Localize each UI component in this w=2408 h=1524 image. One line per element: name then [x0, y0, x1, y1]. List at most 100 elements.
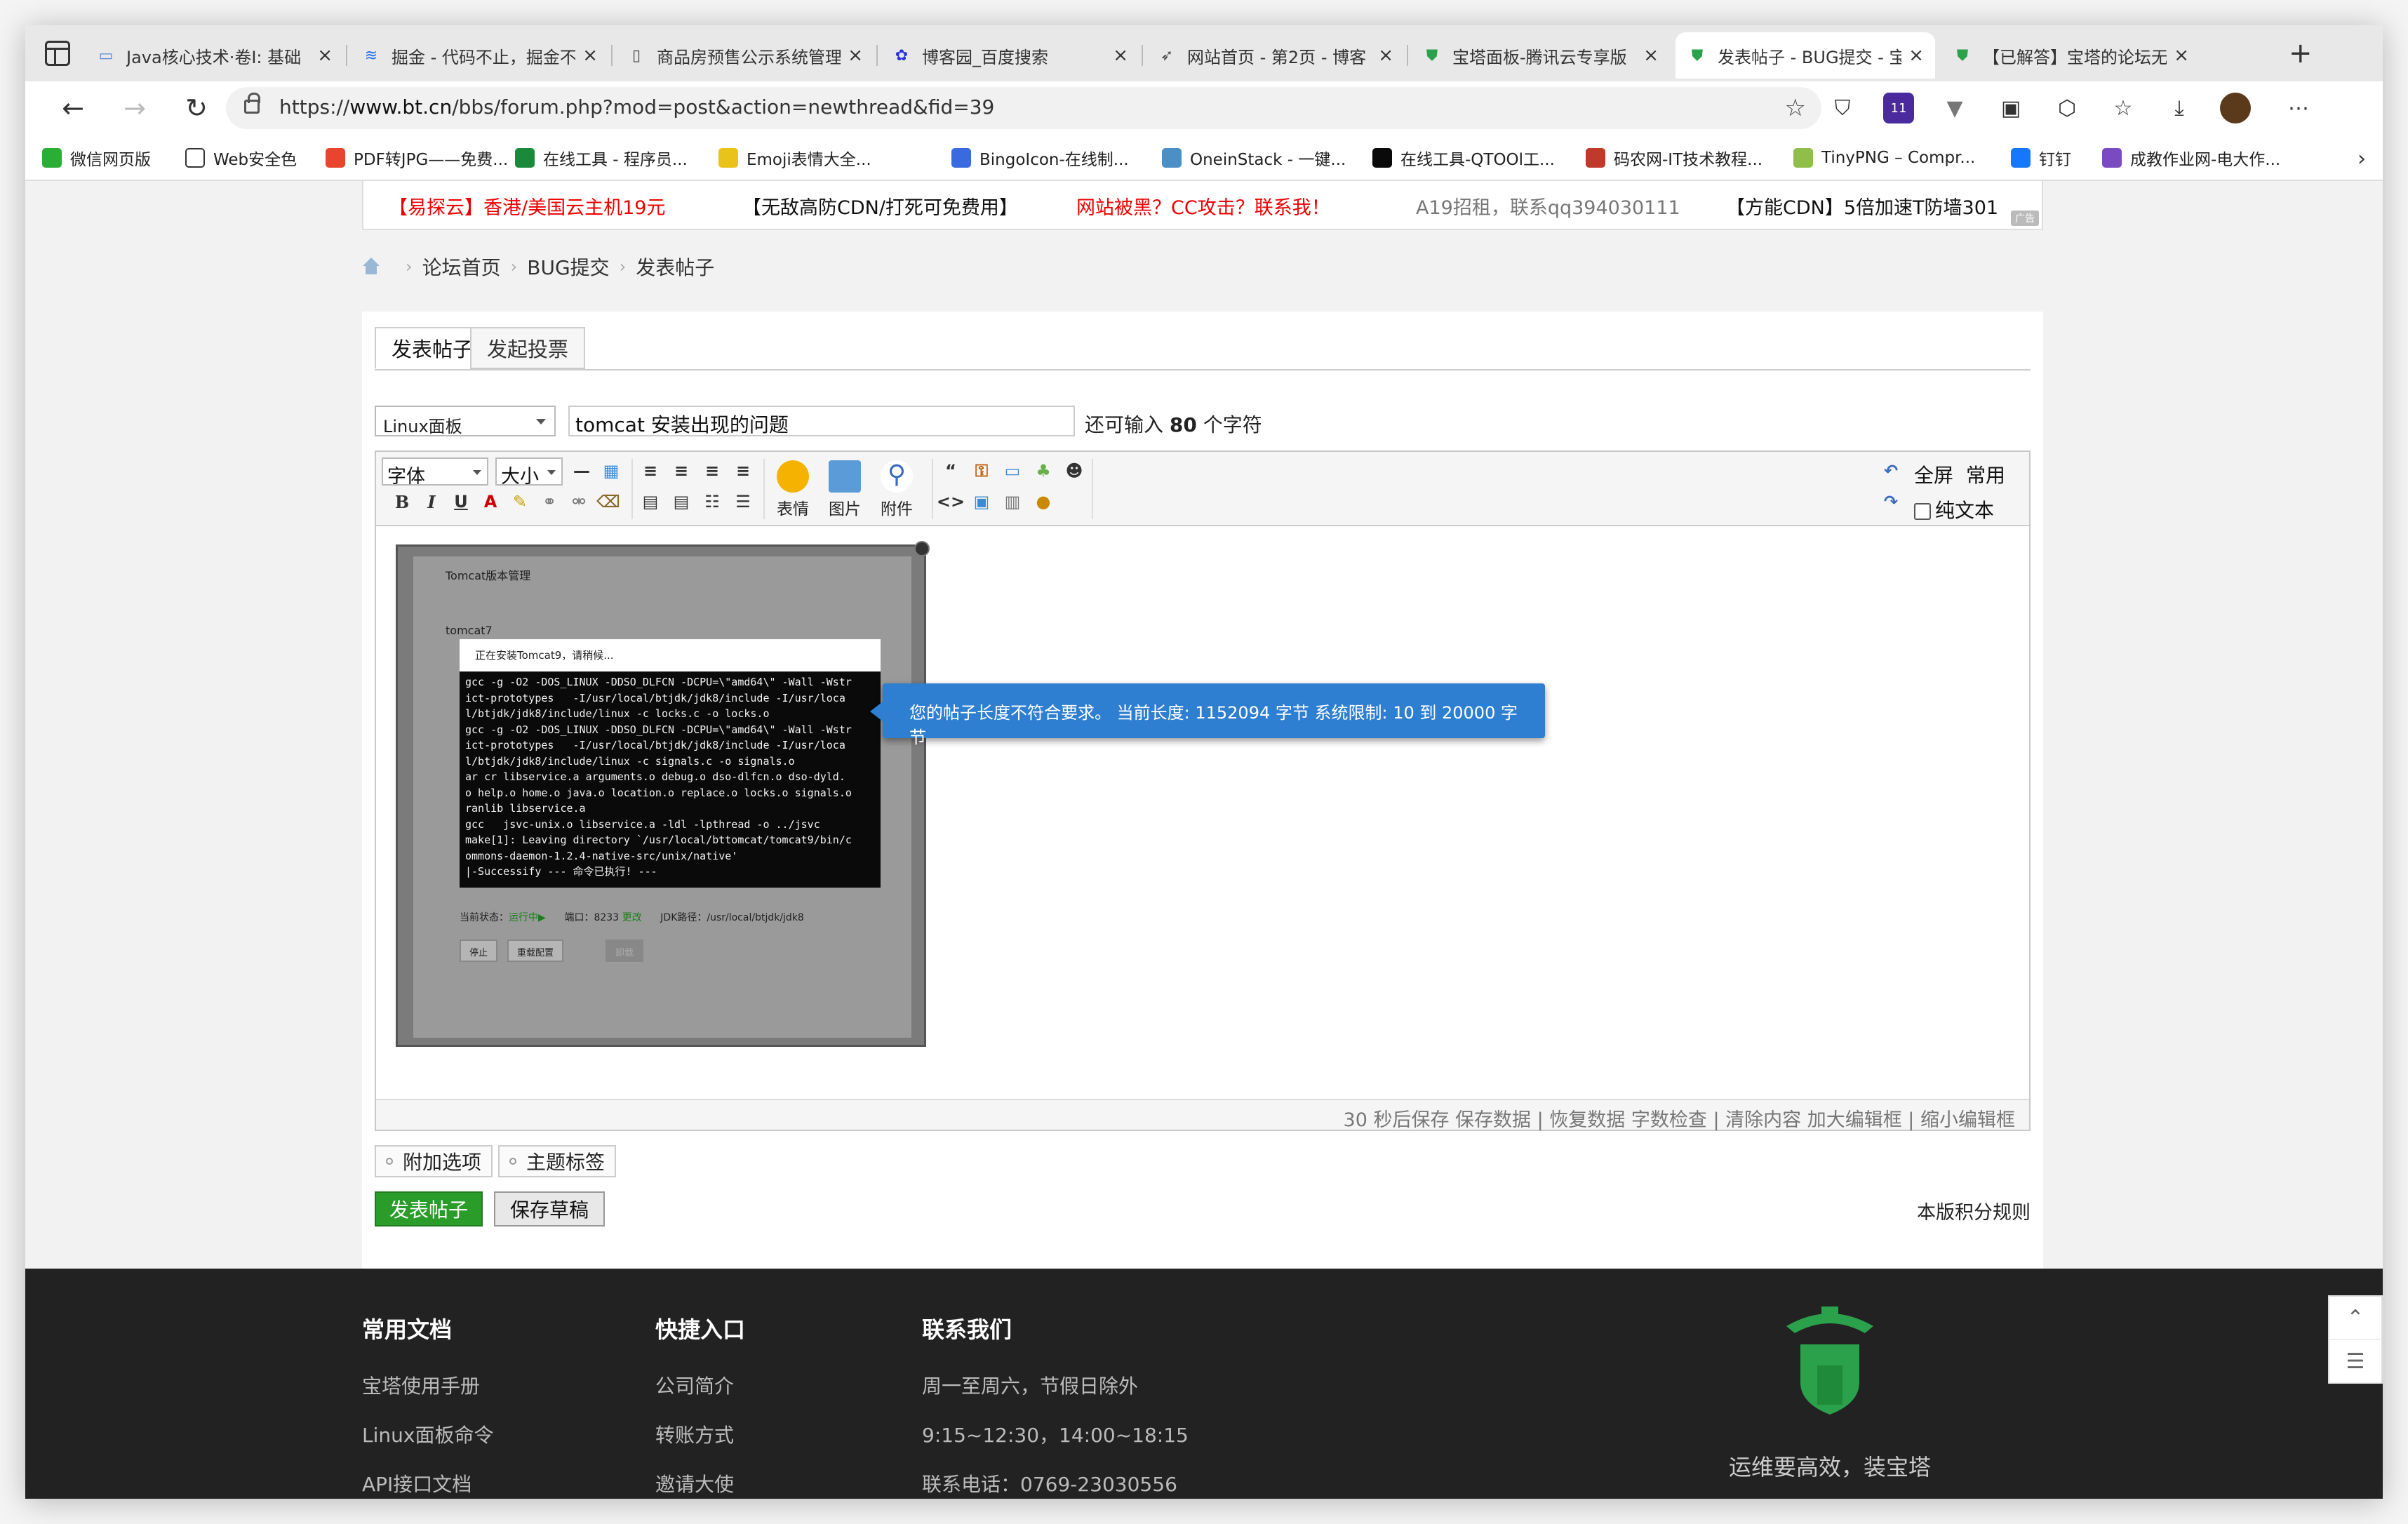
bookmark-item[interactable]: 在线工具-QTOOl工...	[1372, 145, 1555, 171]
new-tab-button[interactable]: +	[2289, 39, 2313, 67]
profile-avatar[interactable]	[2220, 93, 2251, 123]
unordered-list-icon[interactable]: ☰	[731, 490, 755, 514]
address-bar[interactable]: https://www.bt.cn/bbs/forum.php?mod=post…	[226, 87, 1821, 129]
ad-link[interactable]: 【易探云】香港/美国云主机19元	[389, 192, 665, 220]
align-left-icon[interactable]: ≡	[638, 459, 662, 483]
bookmark-item[interactable]: BingoIcon-在线制...	[951, 145, 1129, 171]
home-icon[interactable]	[361, 258, 382, 276]
align-center-icon[interactable]: ≡	[669, 459, 693, 483]
redo-icon[interactable]: ↷	[1879, 490, 1903, 514]
browser-tab[interactable]: ▭ Java核心技术·卷I: 基础 ×	[84, 32, 344, 79]
close-tab-icon[interactable]: ×	[1643, 45, 1659, 66]
float-left-icon[interactable]: ▤	[638, 490, 662, 514]
index-icon[interactable]: ▥	[1001, 490, 1024, 514]
bookmark-item[interactable]: OneinStack - 一键...	[1162, 145, 1346, 171]
bookmark-item[interactable]: TinyPNG – Compr...	[1793, 145, 1975, 171]
page-break-icon[interactable]: ▣	[970, 490, 994, 514]
horizontal-rule-icon[interactable]: —	[570, 459, 594, 483]
bookmark-item[interactable]: 微信网页版	[42, 145, 151, 171]
pasted-screenshot[interactable]: Tomcat版本管理 tomcat7 正在安装Tomcat9，请稍候... gc…	[396, 541, 930, 1047]
bookmark-item[interactable]: PDF转JPG——免费...	[326, 145, 508, 171]
ad-link[interactable]: A19招租，联系qq394030111	[1416, 192, 1680, 220]
topic-tags-toggle[interactable]: 主题标签	[498, 1145, 617, 1177]
close-tab-icon[interactable]: ×	[1378, 45, 1393, 66]
qq-icon[interactable]: ☻	[1062, 459, 1086, 483]
clear-format-icon[interactable]: ⌫	[596, 490, 620, 514]
bookmark-item[interactable]: Web安全色	[185, 145, 297, 171]
favorites-icon[interactable]: ☆	[2108, 93, 2139, 123]
footer-link-api-docs[interactable]: API接口文档	[362, 1469, 471, 1497]
flash-icon[interactable]: ▭	[1001, 459, 1024, 483]
bookmark-item[interactable]: 在线工具 - 程序员...	[515, 145, 688, 171]
bookmark-item[interactable]: 成教作业网-电大作...	[2102, 145, 2280, 171]
ad-link[interactable]: 【无敌高防CDN/打死可免费用】	[742, 192, 1018, 220]
italic-icon[interactable]: I	[420, 490, 443, 514]
browser-tab[interactable]: ➶ 网站首页 - 第2页 - 博客 ×	[1145, 32, 1405, 79]
list-view-icon[interactable]: ☰	[2329, 1340, 2381, 1384]
code-icon[interactable]: <>	[937, 490, 965, 514]
forum-rules-link[interactable]: 本版积分规则	[1917, 1197, 2031, 1224]
table-icon[interactable]: ▦	[599, 459, 623, 483]
browser-tab[interactable]: ⛊ 【已解答】宝塔的论坛无 ×	[1941, 32, 2200, 79]
vue-devtools-icon[interactable]: ▼	[1939, 93, 1970, 123]
footer-link-linux-commands[interactable]: Linux面板命令	[362, 1420, 493, 1448]
extension-badge-icon[interactable]: 11	[1883, 93, 1914, 123]
notion-icon[interactable]: ▣	[1995, 93, 2026, 123]
ad-link[interactable]: 网站被黑？CC攻击？联系我！	[1076, 192, 1330, 220]
font-color-icon[interactable]: A	[479, 490, 502, 514]
browser-tab[interactable]: ✿ 博客园_百度搜索 ×	[880, 32, 1139, 79]
forward-icon[interactable]: →	[118, 91, 152, 125]
ublock-icon[interactable]: ⛉	[1827, 93, 1858, 123]
bookmark-item[interactable]: 钉钉	[2011, 145, 2071, 171]
extra-options-toggle[interactable]: 附加选项	[375, 1145, 493, 1177]
post-title-input[interactable]: tomcat 安装出现的问题	[568, 406, 1075, 436]
more-menu-icon[interactable]: ⋯	[2283, 93, 2314, 123]
close-tab-icon[interactable]: ×	[317, 45, 333, 66]
plain-text-toggle[interactable]: 纯文本	[1910, 494, 1998, 525]
highlight-icon[interactable]: ✎	[508, 490, 532, 514]
footer-link-transfer[interactable]: 转账方式	[655, 1420, 734, 1448]
float-right-icon[interactable]: ▤	[669, 490, 693, 514]
downloads-icon[interactable]: ⤓	[2164, 93, 2195, 123]
background-color-icon[interactable]: ●	[1031, 490, 1055, 514]
hide-content-icon[interactable]: ⚿	[970, 459, 994, 483]
browser-tab[interactable]: ▯ 商品房预售公示系统管理 ×	[615, 32, 874, 79]
emoji-button[interactable]: 表情	[772, 460, 814, 519]
font-family-select[interactable]: 字体	[382, 457, 488, 488]
breadcrumb-bug-submit[interactable]: BUG提交	[527, 253, 609, 281]
align-right-icon[interactable]: ≡	[700, 459, 724, 483]
editor-content-area[interactable]: Tomcat版本管理 tomcat7 正在安装Tomcat9，请稍候... gc…	[376, 526, 2029, 1099]
undo-icon[interactable]: ↶	[1879, 459, 1903, 483]
bold-icon[interactable]: B	[390, 490, 414, 514]
unlink-icon[interactable]: ⚮	[567, 490, 591, 514]
quote-icon[interactable]: “	[939, 459, 963, 483]
bookmarks-overflow-icon[interactable]: ›	[2345, 142, 2379, 175]
font-size-select[interactable]: 大小	[495, 457, 563, 488]
submit-post-button[interactable]: 发表帖子	[375, 1191, 483, 1226]
close-tab-icon[interactable]: ×	[1113, 45, 1128, 66]
back-icon[interactable]: ←	[56, 91, 90, 125]
close-tab-icon[interactable]: ×	[848, 45, 863, 66]
refresh-icon[interactable]: ↻	[180, 91, 213, 125]
ad-link[interactable]: 【方能CDN】5倍加速T防墙301	[1726, 192, 1998, 220]
fullscreen-button[interactable]: 全屏	[1910, 459, 1958, 490]
footer-link-company[interactable]: 公司简介	[655, 1371, 734, 1399]
lock-icon[interactable]	[244, 93, 260, 114]
align-justify-icon[interactable]: ≡	[731, 459, 755, 483]
breadcrumb-forum-home[interactable]: 论坛首页	[422, 253, 501, 281]
ordered-list-icon[interactable]: ☷	[700, 490, 724, 514]
close-tab-icon[interactable]: ×	[2174, 45, 2189, 66]
close-tab-icon[interactable]: ×	[1908, 45, 1924, 66]
free-content-icon[interactable]: ♣	[1031, 459, 1055, 483]
plain-text-checkbox[interactable]	[1914, 503, 1931, 520]
tab-actions-icon[interactable]	[45, 41, 70, 66]
save-draft-button[interactable]: 保存草稿	[494, 1191, 605, 1226]
browser-tab[interactable]: ≋ 掘金 - 代码不止，掘金不停 ×	[349, 32, 609, 79]
common-button[interactable]: 常用	[1962, 459, 2009, 490]
back-to-top-icon[interactable]: ⌃	[2329, 1297, 2381, 1340]
category-select[interactable]: Linux面板	[375, 406, 556, 436]
image-button[interactable]: 图片	[824, 460, 866, 519]
add-favorite-icon[interactable]: ☆	[1785, 94, 1806, 122]
close-tab-icon[interactable]: ×	[582, 45, 598, 66]
attachment-button[interactable]: ⚲ 附件	[876, 460, 918, 519]
